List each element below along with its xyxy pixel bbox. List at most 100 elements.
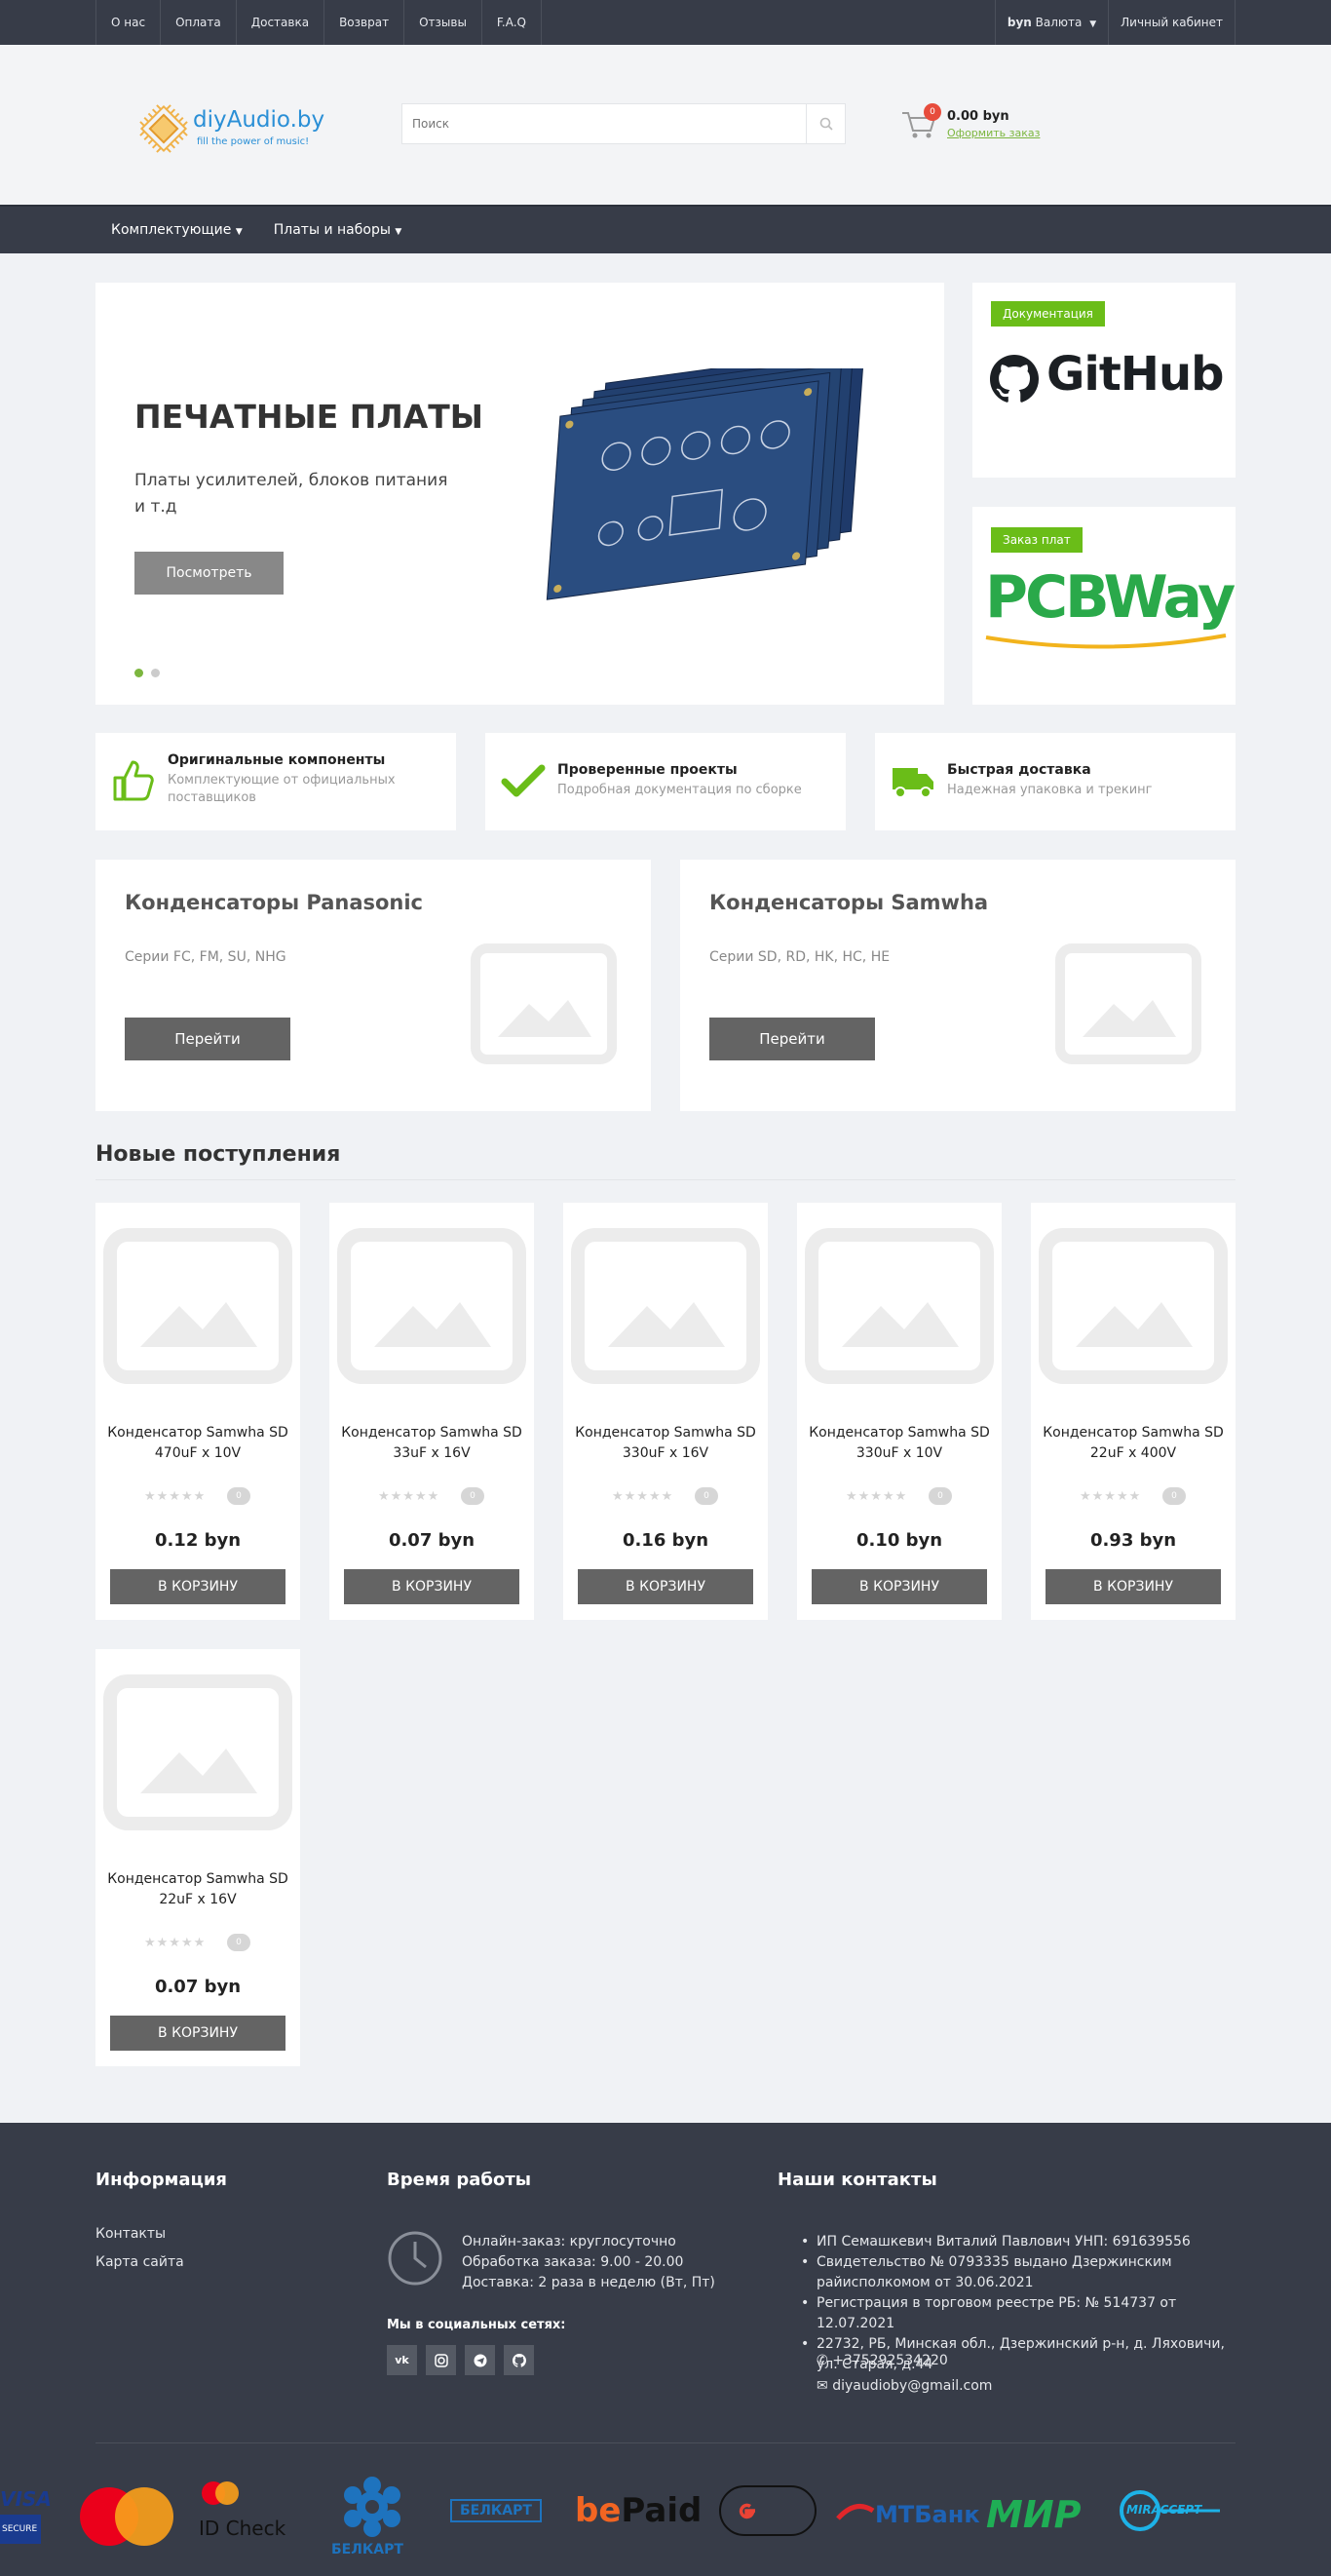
review-count-badge: 0 [929, 1487, 952, 1505]
search-input[interactable] [402, 104, 792, 143]
product-price: 0.07 byn [154, 1977, 242, 1997]
contact-item: Регистрация в торговом реестре РБ: № 514… [778, 2293, 1236, 2334]
google-pay-logo [719, 2474, 818, 2561]
mtbank-text: МТБанк [875, 2501, 980, 2528]
thumbs-up-icon [113, 760, 154, 801]
slider-dot-1[interactable] [134, 669, 143, 677]
mastercard-small-icon [202, 2481, 239, 2505]
currency-code: byn [1007, 16, 1032, 29]
add-to-cart-button[interactable]: В КОРЗИНУ [1046, 1569, 1221, 1604]
top-link-faq[interactable]: F.A.Q [480, 0, 542, 45]
belkart-logo: БЕЛКАРТ [329, 2474, 417, 2561]
footer: Информация Контакты Карта сайта Время ра… [0, 2123, 1331, 2576]
contact-item: ИП Семашкевич Виталий Павлович УНП: 6916… [778, 2232, 1236, 2252]
category-go-button[interactable]: Перейти [125, 1018, 290, 1060]
instagram-icon[interactable] [426, 2345, 456, 2375]
search-button[interactable] [806, 104, 845, 143]
pcb-boards-image [546, 368, 865, 600]
product-name[interactable]: Конденсатор Samwha SD 330uF x 10V [807, 1423, 992, 1464]
bepaid-text: bePaid [575, 2491, 702, 2530]
add-to-cart-button[interactable]: В КОРЗИНУ [110, 2016, 285, 2051]
footer-link-contacts[interactable]: Контакты [95, 2226, 166, 2242]
add-to-cart-button[interactable]: В КОРЗИНУ [578, 1569, 753, 1604]
category-go-button[interactable]: Перейти [709, 1018, 875, 1060]
promo-github[interactable]: Документация GitHub [972, 283, 1236, 478]
working-hours: Онлайн-заказ: круглосуточно Обработка за… [462, 2232, 715, 2293]
feature-original: Оригинальные компоненты Комплектующие от… [95, 733, 456, 830]
top-link-return[interactable]: Возврат [323, 0, 403, 45]
logo-name: diyAudio.by [193, 107, 325, 133]
hours-line: Онлайн-заказ: круглосуточно [462, 2234, 676, 2249]
feature-title: Оригинальные компоненты [168, 752, 386, 768]
vk-icon[interactable]: vk [387, 2345, 417, 2375]
hero-slider: ПЕЧАТНЫЕ ПЛАТЫ Платы усилителей, блоков … [95, 283, 944, 705]
github-icon[interactable] [504, 2345, 534, 2375]
contact-phone[interactable]: ✆ +375292534220 [817, 2353, 948, 2368]
email-address: diyaudioby@gmail.com [832, 2378, 993, 2394]
chevron-down-icon: ▼ [235, 227, 243, 237]
contact-item: Свидетельство № 0793335 выдано Дзержинск… [778, 2252, 1236, 2293]
top-link-payment[interactable]: Оплата [160, 0, 236, 45]
nav-item-label: Платы и наборы [273, 222, 391, 238]
product-name[interactable]: Конденсатор Samwha SD 22uF x 16V [105, 1869, 290, 1910]
product-price: 0.12 byn [154, 1530, 242, 1551]
contact-email[interactable]: ✉ diyaudioby@gmail.com [817, 2378, 992, 2394]
currency-dropdown[interactable]: byn Валюта ▼ [994, 0, 1108, 45]
account-link[interactable]: Личный кабинет [1108, 0, 1236, 45]
checkmark-icon [501, 764, 546, 797]
site-logo[interactable]: diyAudio.by fill the power of music! [136, 101, 331, 156]
category-series: Серии SD, RD, HK, HC, HE [709, 949, 891, 965]
product-card[interactable]: Конденсатор Samwha SD 33uF x 16V ★★★★★ 0… [329, 1203, 534, 1620]
product-name[interactable]: Конденсатор Samwha SD 330uF x 16V [573, 1423, 758, 1464]
google-g-icon [739, 2503, 755, 2519]
product-card[interactable]: Конденсатор Samwha SD 330uF x 10V ★★★★★ … [797, 1203, 1002, 1620]
promo-pcbway[interactable]: Заказ плат PCBWay [972, 507, 1236, 705]
feature-subtitle: Комплектующие от официальных поставщиков [168, 773, 396, 805]
telegram-icon[interactable] [465, 2345, 495, 2375]
mir-logo: МИР [986, 2474, 1097, 2561]
currency-label: Валюта [1035, 16, 1083, 29]
category-title: Конденсаторы Samwha [709, 891, 989, 914]
product-card[interactable]: Конденсатор Samwha SD 22uF x 16V ★★★★★ 0… [95, 1649, 300, 2066]
logo-chip-icon [139, 104, 188, 153]
mir-text: МИР [986, 2493, 1082, 2536]
footer-divider [95, 2442, 1236, 2443]
product-card[interactable]: Конденсатор Samwha SD 330uF x 16V ★★★★★ … [563, 1203, 768, 1620]
slide-title: ПЕЧАТНЫЕ ПЛАТЫ [134, 398, 483, 436]
add-to-cart-button[interactable]: В КОРЗИНУ [110, 1569, 285, 1604]
image-placeholder-icon [1039, 1228, 1228, 1384]
top-link-reviews[interactable]: Отзывы [403, 0, 481, 45]
slide-view-button[interactable]: Посмотреть [134, 552, 284, 595]
pcbway-swoosh-icon [985, 634, 1227, 649]
nav-item-boards[interactable]: Платы и наборы ▼ [258, 207, 418, 255]
cart-count-badge: 0 [924, 103, 941, 121]
checkout-link[interactable]: Оформить заказ [947, 127, 1040, 139]
hours-line: Обработка заказа: 9.00 - 20.00 [462, 2254, 684, 2270]
footer-link-sitemap[interactable]: Карта сайта [95, 2254, 184, 2270]
image-placeholder-icon [337, 1228, 526, 1384]
slider-dot-2[interactable] [151, 669, 160, 677]
belkart-star-icon [344, 2477, 400, 2537]
slider-dots [134, 669, 160, 677]
product-name[interactable]: Конденсатор Samwha SD 470uF x 10V [105, 1423, 290, 1464]
product-name[interactable]: Конденсатор Samwha SD 22uF x 400V [1041, 1423, 1226, 1464]
promo-tag: Заказ плат [991, 527, 1083, 553]
logo-tagline: fill the power of music! [197, 136, 310, 147]
cart[interactable]: 0 0.00 byn Оформить заказ [900, 103, 1056, 146]
top-link-about[interactable]: О нас [95, 0, 160, 45]
image-placeholder-icon [571, 1228, 760, 1384]
image-placeholder-icon [805, 1228, 994, 1384]
rating-stars: ★★★★★ [1080, 1489, 1142, 1504]
add-to-cart-button[interactable]: В КОРЗИНУ [344, 1569, 519, 1604]
social-links: vk [387, 2345, 534, 2375]
footer-hours-title: Время работы [387, 2170, 532, 2190]
product-name[interactable]: Конденсатор Samwha SD 33uF x 16V [339, 1423, 524, 1464]
add-to-cart-button[interactable]: В КОРЗИНУ [812, 1569, 987, 1604]
feature-title: Проверенные проекты [557, 762, 738, 778]
top-link-delivery[interactable]: Доставка [235, 0, 323, 45]
category-series: Серии FC, FM, SU, NHG [125, 949, 286, 965]
github-wordmark: GitHub [1046, 347, 1224, 402]
nav-item-components[interactable]: Комплектующие ▼ [95, 207, 258, 255]
product-card[interactable]: Конденсатор Samwha SD 470uF x 10V ★★★★★ … [95, 1203, 300, 1620]
product-card[interactable]: Конденсатор Samwha SD 22uF x 400V ★★★★★ … [1031, 1203, 1236, 1620]
